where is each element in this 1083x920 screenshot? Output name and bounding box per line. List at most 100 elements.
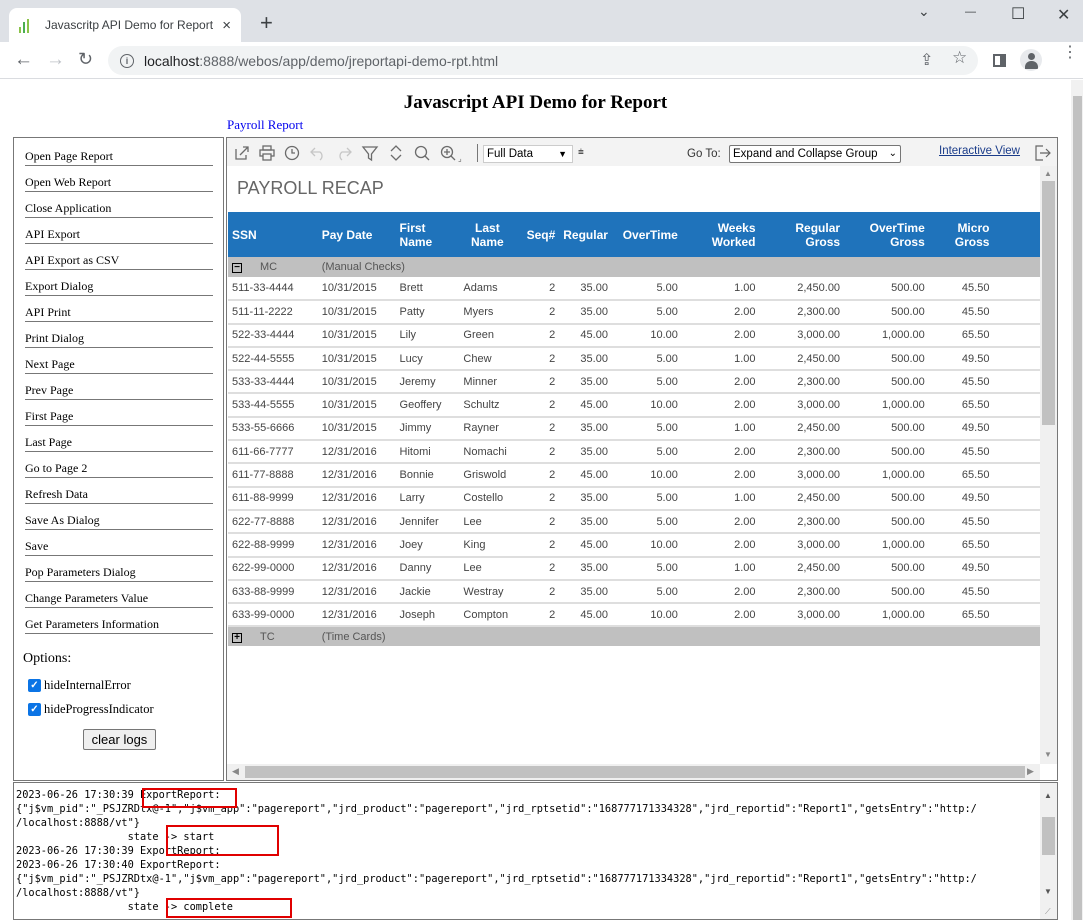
table-row[interactable]: 622-99-0000 12/31/2016 Danny Lee 2 35.00 5.00 1… (228, 556, 1040, 581)
print-icon[interactable] (258, 144, 276, 162)
column-header-micro-gross[interactable]: Micro Gross (928, 212, 994, 257)
scroll-down-icon[interactable]: ▼ (1044, 750, 1052, 759)
column-header-seq-[interactable]: Seq# (521, 212, 560, 257)
column-header-ssn[interactable]: SSN (228, 212, 318, 257)
table-row[interactable]: 611-88-9999 12/31/2016 Larry Costello 2 35.00… (228, 486, 1040, 511)
share-icon[interactable]: ⇪ (920, 50, 933, 70)
sidebar-item-api-export[interactable]: API Export (25, 226, 213, 244)
column-header-regular-gross[interactable]: Regular Gross (759, 212, 845, 257)
exit-icon[interactable] (1033, 144, 1051, 162)
forward-arrow-icon[interactable]: → (46, 49, 65, 71)
close-window-button[interactable]: ✕ (1057, 5, 1070, 25)
tab-close-icon[interactable]: × (222, 17, 231, 34)
sidebar-item-refresh-data[interactable]: Refresh Data (25, 486, 213, 504)
sidebar-item-open-web-report[interactable]: Open Web Report (25, 174, 213, 192)
log-vertical-scrollbar[interactable]: ▲ ▼ ⟋ (1040, 783, 1057, 919)
collapse-group-icon[interactable]: − (232, 263, 242, 273)
column-header-overtime[interactable]: OverTime (611, 212, 682, 257)
payroll-report-link[interactable]: Payroll Report (227, 117, 303, 133)
undo-icon[interactable] (309, 144, 327, 162)
minimize-button[interactable]: — (965, 6, 976, 18)
sidebar-item-export-dialog[interactable]: Export Dialog (25, 278, 213, 296)
sidebar-item-api-print[interactable]: API Print (25, 304, 213, 322)
browser-menu-icon[interactable]: ⋮ (1062, 45, 1078, 61)
table-row[interactable]: 611-77-8888 12/31/2016 Bonnie Griswold 2 45.0… (228, 463, 1040, 488)
export-icon[interactable] (233, 144, 251, 162)
filter-icon[interactable] (361, 144, 379, 162)
scrollbar-thumb[interactable] (1042, 817, 1055, 855)
column-header-regular[interactable]: Regular (559, 212, 612, 257)
browser-tab[interactable]: Javascritp API Demo for Report × (9, 8, 241, 42)
url-input[interactable]: i localhost:8888/webos/app/demo/jreporta… (108, 46, 978, 75)
column-header-last-name[interactable]: Last Name (453, 212, 522, 257)
more-options-icon[interactable]: ⩧ (578, 147, 584, 158)
sort-icon[interactable] (387, 144, 405, 162)
sidebar-item-close-application[interactable]: Close Application (25, 200, 213, 218)
table-row[interactable]: 633-88-9999 12/31/2016 Jackie Westray 2 35.00… (228, 579, 1040, 605)
tab-search-icon[interactable]: ⌄ (918, 3, 930, 20)
new-tab-button[interactable]: + (260, 12, 273, 34)
table-row[interactable]: 633-99-0000 12/31/2016 Joseph Compton 2 45.00… (228, 603, 1040, 628)
scroll-down-icon[interactable]: ▼ (1044, 887, 1052, 896)
sidebar-item-save-as-dialog[interactable]: Save As Dialog (25, 512, 213, 530)
table-row[interactable]: 511-33-4444 10/31/2015 Brett Adams 2 35.00 5.0… (228, 277, 1040, 302)
table-row[interactable]: 522-33-4444 10/31/2015 Lily Green 2 45.00 10.0… (228, 323, 1040, 348)
column-header-overtime-gross[interactable]: OverTime Gross (844, 212, 929, 257)
scroll-up-icon[interactable]: ▲ (1044, 791, 1052, 800)
column-header-first-name[interactable]: First Name (395, 212, 454, 257)
table-row[interactable]: 533-33-4444 10/31/2015 Jeremy Minner 2 35.00 5… (228, 370, 1040, 395)
report-vertical-scrollbar[interactable]: ▲ ▼ (1040, 166, 1057, 764)
sidebar-item-open-page-report[interactable]: Open Page Report (25, 148, 213, 166)
side-panel-icon[interactable] (993, 54, 1006, 67)
table-row[interactable]: 622-88-9999 12/31/2016 Joey King 2 45.00 10.00… (228, 533, 1040, 558)
zoom-in-icon[interactable] (439, 144, 457, 162)
back-arrow-icon[interactable]: ← (14, 49, 33, 71)
sidebar-item-next-page[interactable]: Next Page (25, 356, 213, 374)
scroll-left-icon[interactable]: ◀ (232, 766, 239, 777)
goto-select[interactable]: Expand and Collapse Group ⌄ (729, 145, 901, 163)
table-row[interactable]: 622-77-8888 12/31/2016 Jennifer Lee 2 35.00 5.… (228, 509, 1040, 535)
search-icon[interactable] (413, 144, 431, 162)
table-row[interactable]: 533-55-6666 10/31/2015 Jimmy Rayner 2 35.00 5.… (228, 416, 1040, 442)
report-horizontal-scrollbar[interactable]: ◀ ▶ (227, 764, 1040, 780)
sidebar-item-print-dialog[interactable]: Print Dialog (25, 330, 213, 348)
scrollbar-thumb[interactable] (1073, 96, 1082, 920)
data-mode-select[interactable]: Full Data ▼ (483, 145, 573, 163)
redo-icon[interactable] (335, 144, 353, 162)
sidebar-item-first-page[interactable]: First Page (25, 408, 213, 426)
schedule-clock-icon[interactable] (283, 144, 301, 162)
hide-internal-error-checkbox[interactable]: ✓ hideInternalError (28, 678, 131, 693)
clear-logs-button[interactable]: clear logs (83, 729, 156, 750)
sidebar-item-go-to-page-2[interactable]: Go to Page 2 (25, 460, 213, 478)
table-row[interactable]: 611-66-7777 12/31/2016 Hitomi Nomachi 2 35.00… (228, 440, 1040, 465)
column-header-pay-date[interactable]: Pay Date (317, 212, 396, 257)
sidebar-item-pop-parameters-dialog[interactable]: Pop Parameters Dialog (25, 564, 213, 582)
scroll-up-icon[interactable]: ▲ (1044, 169, 1052, 178)
expand-group-icon[interactable]: + (232, 632, 242, 643)
resize-handle-icon[interactable]: ⟋ (1045, 907, 1051, 917)
sidebar-item-prev-page[interactable]: Prev Page (25, 382, 213, 400)
bookmark-star-icon[interactable]: ☆ (952, 48, 967, 68)
page-vertical-scrollbar[interactable] (1071, 80, 1083, 920)
column-header-weeks-worked[interactable]: Weeks Worked (681, 212, 760, 257)
checkbox-checked-icon[interactable]: ✓ (28, 679, 41, 692)
sidebar-item-api-export-as-csv[interactable]: API Export as CSV (25, 252, 213, 270)
hide-progress-indicator-checkbox[interactable]: ✓ hideProgressIndicator (28, 702, 154, 717)
sidebar-item-get-parameters-information[interactable]: Get Parameters Information (25, 616, 213, 634)
sidebar-item-last-page[interactable]: Last Page (25, 434, 213, 452)
zoom-dropdown-icon[interactable]: ⌟ (458, 154, 462, 163)
table-row[interactable]: 533-44-5555 10/31/2015 Geoffery Schultz 2 45.… (228, 393, 1040, 418)
site-info-icon[interactable]: i (120, 53, 134, 68)
maximize-button[interactable]: ☐ (1011, 4, 1025, 24)
reload-icon[interactable]: ↻ (78, 49, 93, 70)
interactive-view-link[interactable]: Interactive View (939, 145, 1020, 157)
profile-avatar-icon[interactable] (1020, 49, 1042, 71)
scroll-right-icon[interactable]: ▶ (1027, 766, 1034, 777)
table-row[interactable]: 511-11-2222 10/31/2015 Patty Myers 2 35.00 5.0… (228, 300, 1040, 325)
sidebar-item-change-parameters-value[interactable]: Change Parameters Value (25, 590, 213, 608)
table-row[interactable]: 522-44-5555 10/31/2015 Lucy Chew 2 35.00 5.00 1… (228, 346, 1040, 372)
scrollbar-thumb[interactable] (245, 766, 1025, 778)
sidebar-item-save[interactable]: Save (25, 538, 213, 556)
log-textarea[interactable]: 2023-06-26 17:30:39 ExportReport: {"j$vm… (13, 782, 1058, 920)
checkbox-checked-icon[interactable]: ✓ (28, 703, 41, 716)
